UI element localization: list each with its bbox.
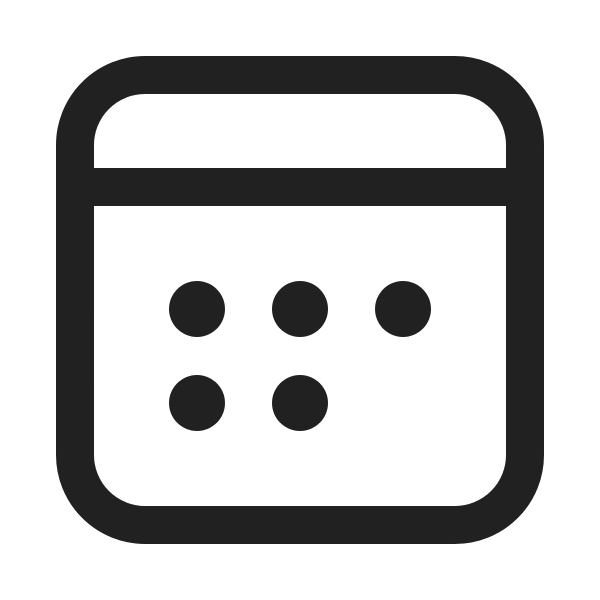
date-dot — [169, 281, 225, 337]
date-dot — [169, 375, 225, 431]
calendar-icon — [56, 56, 544, 544]
calendar-date-dots — [169, 281, 431, 431]
date-dot — [272, 281, 328, 337]
date-dot — [375, 281, 431, 337]
icon-canvas — [0, 0, 600, 600]
date-dot — [272, 375, 328, 431]
